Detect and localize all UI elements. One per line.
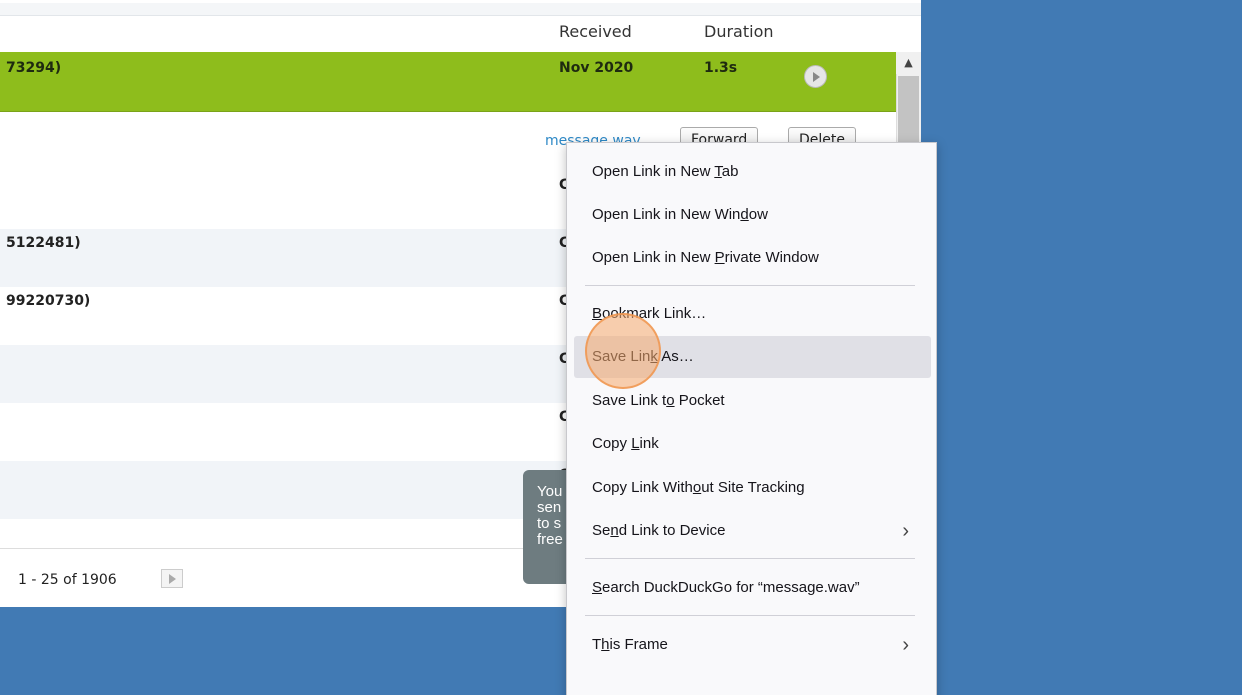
menu-separator — [585, 558, 915, 559]
menu-item-bookmark-link[interactable]: Bookmark Link… — [574, 293, 931, 335]
caller-number: 73294) — [6, 60, 62, 76]
menu-item-this-frame[interactable]: This Frame › — [574, 624, 931, 666]
scroll-up-icon[interactable]: ▲ — [896, 52, 921, 74]
toolbar-strip — [0, 3, 921, 16]
selected-message-row[interactable]: 73294) Nov 2020 1.3s — [0, 52, 896, 112]
desktop-background — [921, 0, 1242, 695]
scrollbar-thumb[interactable] — [898, 76, 919, 146]
chevron-right-icon: › — [902, 520, 909, 542]
menu-separator — [585, 285, 915, 286]
menu-item-send-link-to-device[interactable]: Send Link to Device › — [574, 510, 931, 552]
play-icon[interactable] — [804, 65, 827, 88]
duration-value: 1.3s — [704, 60, 738, 76]
menu-item-save-link-as[interactable]: Save Link As… — [574, 336, 931, 378]
pagination-range: 1 - 25 of 1906 — [18, 572, 117, 588]
column-header-received[interactable]: Received — [559, 22, 632, 41]
menu-separator — [585, 615, 915, 616]
menu-item-save-to-pocket[interactable]: Save Link to Pocket — [574, 380, 931, 422]
menu-item-search-duckduckgo[interactable]: Search DuckDuckGo for “message.wav” — [574, 567, 931, 609]
received-date: Nov 2020 — [559, 60, 634, 76]
menu-item-open-new-window[interactable]: Open Link in New Window — [574, 194, 931, 236]
menu-item-copy-link[interactable]: Copy Link — [574, 423, 931, 465]
column-header-duration[interactable]: Duration — [704, 22, 774, 41]
context-menu: Open Link in New Tab Open Link in New Wi… — [566, 142, 937, 695]
menu-item-open-private-window[interactable]: Open Link in New Private Window — [574, 237, 931, 279]
menu-item-open-new-tab[interactable]: Open Link in New Tab — [574, 151, 931, 193]
chevron-right-icon: › — [902, 634, 909, 656]
menu-item-copy-link-no-tracking[interactable]: Copy Link Without Site Tracking — [574, 467, 931, 509]
caller-number: 5122481) — [6, 235, 81, 251]
next-page-icon[interactable] — [161, 569, 183, 588]
caller-number: 99220730) — [6, 293, 91, 309]
